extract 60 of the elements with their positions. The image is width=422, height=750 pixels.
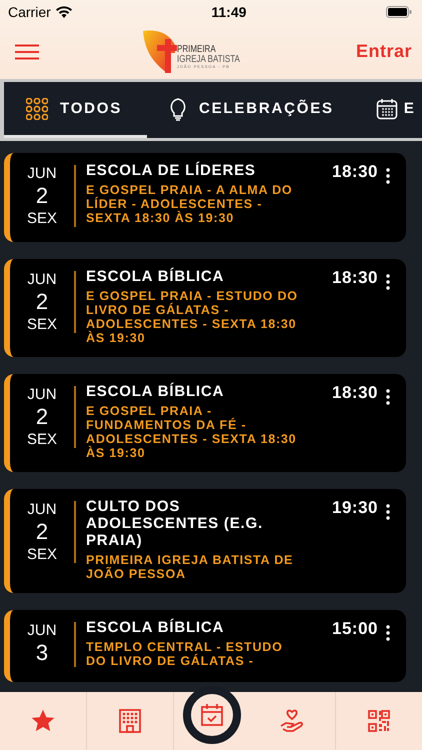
- event-time: 18:30: [331, 162, 379, 183]
- menu-icon: [14, 44, 40, 60]
- star-icon: [30, 708, 56, 734]
- flame-cross-icon: [142, 28, 179, 74]
- event-month: JUN: [27, 622, 57, 639]
- logo-subtitle: IGREJA BATISTA: [176, 54, 240, 64]
- logo-title: PRIMEIRA: [176, 44, 217, 54]
- event-card[interactable]: JUN 2 SEX ESCOLA DE LÍDERES E GOSPEL PRAIA - A ALMA DO LÍDER - ADOLESCENTES - SEXTA 18:30 ÀS 19:30 18:30: [4, 153, 406, 242]
- event-month: JUN: [27, 386, 57, 403]
- event-card[interactable]: JUN 2 SEX CULTO DOS ADOLESCENTES (E.G. PRAIA) PRIMEIRA IGREJA BATISTA DE JOÃO PESSOA 19:30: [4, 489, 406, 593]
- grid-icon: [26, 98, 48, 120]
- category-tab[interactable]: TODOS: [4, 82, 147, 138]
- calendar-icon: [376, 98, 398, 120]
- calendar-check-icon: [200, 703, 224, 727]
- event-title: ESCOLA BÍBLICA: [86, 383, 226, 400]
- event-card[interactable]: JUN 2 SEX ESCOLA BÍBLICA E GOSPEL PRAIA - FUNDAMENTOS DA FÉ - ADOLESCENTES - SEXTA 18:30 ÀS 19:30 18:30: [4, 374, 406, 472]
- event-description: E GOSPEL PRAIA - FUNDAMENTOS DA FÉ - ADOLESCENTES - SEXTA 18:30 ÀS 19:30: [86, 404, 298, 460]
- login-button[interactable]: Entrar: [356, 41, 412, 62]
- heart-hand-icon: [278, 708, 305, 734]
- qr-code-icon: [366, 709, 391, 733]
- wifi-icon: [56, 6, 72, 18]
- event-description: E GOSPEL PRAIA - ESTUDO DO LIVRO DE GÁLATAS - ADOLESCENTES - SEXTA 18:30 ÀS 19:30: [86, 289, 299, 345]
- event-title: CULTO DOS ADOLESCENTES (E.G. PRAIA): [86, 498, 264, 549]
- event-day: 2: [36, 519, 48, 545]
- event-card[interactable]: JUN 3 ESCOLA BÍBLICA TEMPLO CENTRAL - ESTUDO DO LIVRO DE GÁLATAS - 15:00: [4, 610, 406, 682]
- event-title: ESCOLA BÍBLICA: [86, 268, 226, 285]
- event-title: ESCOLA DE LÍDERES: [86, 162, 257, 179]
- more-icon: [386, 625, 390, 641]
- more-icon: [386, 504, 390, 520]
- event-title: ESCOLA BÍBLICA: [86, 619, 226, 636]
- event-day: 3: [36, 640, 48, 666]
- event-card[interactable]: JUN 2 SEX ESCOLA BÍBLICA E GOSPEL PRAIA - ESTUDO DO LIVRO DE GÁLATAS - ADOLESCENTES - SEXTA 18:30 ÀS 19:30 18:30: [4, 259, 406, 357]
- event-description: E GOSPEL PRAIA - A ALMA DO LÍDER - ADOLESCENTES - SEXTA 18:30 ÀS 19:30: [86, 183, 294, 225]
- menu-button[interactable]: [12, 42, 42, 62]
- category-tab[interactable]: E: [354, 82, 416, 138]
- lightbulb-icon: [169, 96, 187, 120]
- event-time: 18:30: [331, 268, 379, 289]
- event-time: 18:30: [331, 383, 379, 404]
- battery-icon: [386, 6, 412, 18]
- event-day: 2: [36, 183, 48, 209]
- more-icon: [386, 274, 390, 290]
- event-weekday: SEX: [26, 431, 57, 448]
- carrier-label: Carrier: [8, 4, 51, 20]
- event-time: 19:30: [331, 498, 379, 519]
- clock-time: 11:49: [211, 4, 246, 20]
- building-icon: [118, 708, 142, 734]
- event-month: JUN: [27, 501, 57, 518]
- event-description: PRIMEIRA IGREJA BATISTA DE JOÃO PESSOA: [86, 553, 294, 581]
- more-icon: [386, 389, 390, 405]
- event-day: 2: [36, 289, 48, 315]
- event-weekday: SEX: [26, 316, 57, 333]
- event-weekday: SEX: [26, 210, 57, 227]
- event-description: TEMPLO CENTRAL - ESTUDO DO LIVRO DE GÁLATAS -: [86, 640, 284, 668]
- event-month: JUN: [27, 271, 57, 288]
- event-day: 2: [36, 404, 48, 430]
- category-tab[interactable]: CELEBRAÇÕES: [147, 82, 354, 138]
- event-weekday: SEX: [26, 546, 57, 563]
- event-time: 15:00: [331, 619, 379, 640]
- event-month: JUN: [27, 165, 57, 182]
- more-icon: [386, 168, 390, 184]
